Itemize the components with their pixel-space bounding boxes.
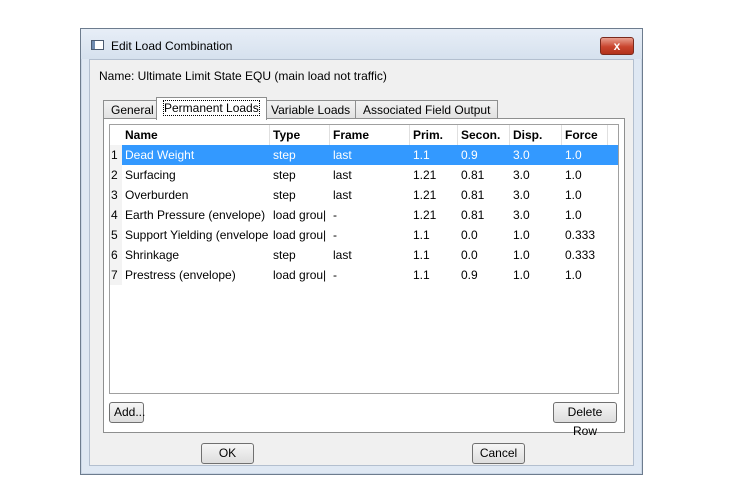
column-header-frame[interactable]: Frame — [330, 125, 410, 145]
cell-secon[interactable]: 0.9 — [458, 265, 510, 285]
cell-type[interactable]: load grou| — [270, 205, 330, 225]
column-header-disp[interactable]: Disp. — [510, 125, 562, 145]
cell-prim[interactable]: 1.21 — [410, 165, 458, 185]
cell-frame[interactable]: - — [330, 205, 410, 225]
column-header-prim[interactable]: Prim. — [410, 125, 458, 145]
cell-prim[interactable]: 1.1 — [410, 245, 458, 265]
cell-frame[interactable]: last — [330, 145, 410, 165]
cell-type[interactable]: step — [270, 245, 330, 265]
tab-associated-field-output[interactable]: Associated Field Output — [355, 100, 499, 119]
cell-name[interactable]: Prestress (envelope) — [122, 265, 270, 285]
cell-disp[interactable]: 3.0 — [510, 205, 562, 225]
table-row[interactable]: 1 Dead Weight step last 1.1 0.9 3.0 1.0 — [110, 145, 618, 165]
row-number[interactable]: 5 — [110, 225, 122, 245]
cell-secon[interactable]: 0.9 — [458, 145, 510, 165]
cell-name[interactable]: Overburden — [122, 185, 270, 205]
cell-force[interactable]: 0.333 — [562, 245, 608, 265]
cell-type[interactable]: load grou| — [270, 225, 330, 245]
ok-button[interactable]: OK — [201, 443, 254, 464]
cell-frame[interactable]: last — [330, 185, 410, 205]
cell-force[interactable]: 1.0 — [562, 145, 608, 165]
cell-type[interactable]: step — [270, 145, 330, 165]
cell-prim[interactable]: 1.1 — [410, 265, 458, 285]
cell-frame[interactable]: - — [330, 225, 410, 245]
cell-frame[interactable]: last — [330, 245, 410, 265]
table-row[interactable]: 6 Shrinkage step last 1.1 0.0 1.0 0.333 — [110, 245, 618, 265]
cell-prim[interactable]: 1.1 — [410, 225, 458, 245]
cell-disp[interactable]: 1.0 — [510, 265, 562, 285]
cell-force[interactable]: 0.333 — [562, 225, 608, 245]
cell-disp[interactable]: 1.0 — [510, 245, 562, 265]
cell-type[interactable]: load grou| — [270, 265, 330, 285]
table-header: Name Type Frame Prim. Secon. Disp. Force — [110, 125, 618, 145]
cell-name[interactable]: Surfacing — [122, 165, 270, 185]
cell-name[interactable]: Support Yielding (envelope — [122, 225, 270, 245]
tab-permanent-loads[interactable]: Permanent Loads — [156, 97, 267, 120]
column-header-type[interactable]: Type — [270, 125, 330, 145]
permanent-loads-table[interactable]: Name Type Frame Prim. Secon. Disp. Force… — [109, 124, 619, 394]
row-number[interactable]: 3 — [110, 185, 122, 205]
cell-prim[interactable]: 1.21 — [410, 205, 458, 225]
window-title: Edit Load Combination — [111, 39, 233, 53]
tab-general[interactable]: General — [103, 100, 162, 119]
cell-disp[interactable]: 3.0 — [510, 145, 562, 165]
table-row[interactable]: 5 Support Yielding (envelope load grou| … — [110, 225, 618, 245]
cell-secon[interactable]: 0.0 — [458, 245, 510, 265]
cancel-button[interactable]: Cancel — [472, 443, 525, 464]
permanent-loads-panel: Name Type Frame Prim. Secon. Disp. Force… — [103, 118, 625, 438]
close-button[interactable]: x — [600, 37, 634, 55]
table-row[interactable]: 4 Earth Pressure (envelope) load grou| -… — [110, 205, 618, 225]
row-number[interactable]: 6 — [110, 245, 122, 265]
title-bar[interactable]: Edit Load Combination x — [81, 29, 642, 59]
delete-row-button[interactable]: Delete Row — [553, 402, 617, 438]
window-app-icon — [91, 40, 104, 50]
cell-secon[interactable]: 0.81 — [458, 165, 510, 185]
cell-type[interactable]: step — [270, 165, 330, 185]
cell-secon[interactable]: 0.81 — [458, 205, 510, 225]
column-header-force[interactable]: Force — [562, 125, 608, 145]
cell-name[interactable]: Dead Weight — [122, 145, 270, 165]
cell-frame[interactable]: last — [330, 165, 410, 185]
table-row[interactable]: 7 Prestress (envelope) load grou| - 1.1 … — [110, 265, 618, 285]
cell-secon[interactable]: 0.81 — [458, 185, 510, 205]
cell-prim[interactable]: 1.21 — [410, 185, 458, 205]
cell-disp[interactable]: 3.0 — [510, 165, 562, 185]
row-number[interactable]: 2 — [110, 165, 122, 185]
cell-force[interactable]: 1.0 — [562, 205, 608, 225]
table-row[interactable]: 2 Surfacing step last 1.21 0.81 3.0 1.0 — [110, 165, 618, 185]
dialog-client-area: Name: Ultimate Limit State EQU (main loa… — [89, 59, 634, 466]
edit-load-combination-dialog: Edit Load Combination x Name: Ultimate L… — [80, 28, 643, 475]
row-number[interactable]: 4 — [110, 205, 122, 225]
cell-disp[interactable]: 1.0 — [510, 225, 562, 245]
column-header-name[interactable]: Name — [122, 125, 270, 145]
cell-disp[interactable]: 3.0 — [510, 185, 562, 205]
cell-force[interactable]: 1.0 — [562, 265, 608, 285]
row-number[interactable]: 1 — [110, 145, 122, 165]
tab-variable-loads[interactable]: Variable Loads — [263, 100, 359, 119]
row-number[interactable]: 7 — [110, 265, 122, 285]
cell-name[interactable]: Earth Pressure (envelope) — [122, 205, 270, 225]
cell-secon[interactable]: 0.0 — [458, 225, 510, 245]
cell-name[interactable]: Shrinkage — [122, 245, 270, 265]
close-icon: x — [613, 39, 621, 53]
column-header-secon[interactable]: Secon. — [458, 125, 510, 145]
cell-force[interactable]: 1.0 — [562, 165, 608, 185]
cell-frame[interactable]: - — [330, 265, 410, 285]
cell-prim[interactable]: 1.1 — [410, 145, 458, 165]
table-row[interactable]: 3 Overburden step last 1.21 0.81 3.0 1.0 — [110, 185, 618, 205]
add-button[interactable]: Add... — [109, 402, 145, 423]
cell-type[interactable]: step — [270, 185, 330, 205]
cell-force[interactable]: 1.0 — [562, 185, 608, 205]
combination-name-label: Name: Ultimate Limit State EQU (main loa… — [99, 69, 387, 83]
